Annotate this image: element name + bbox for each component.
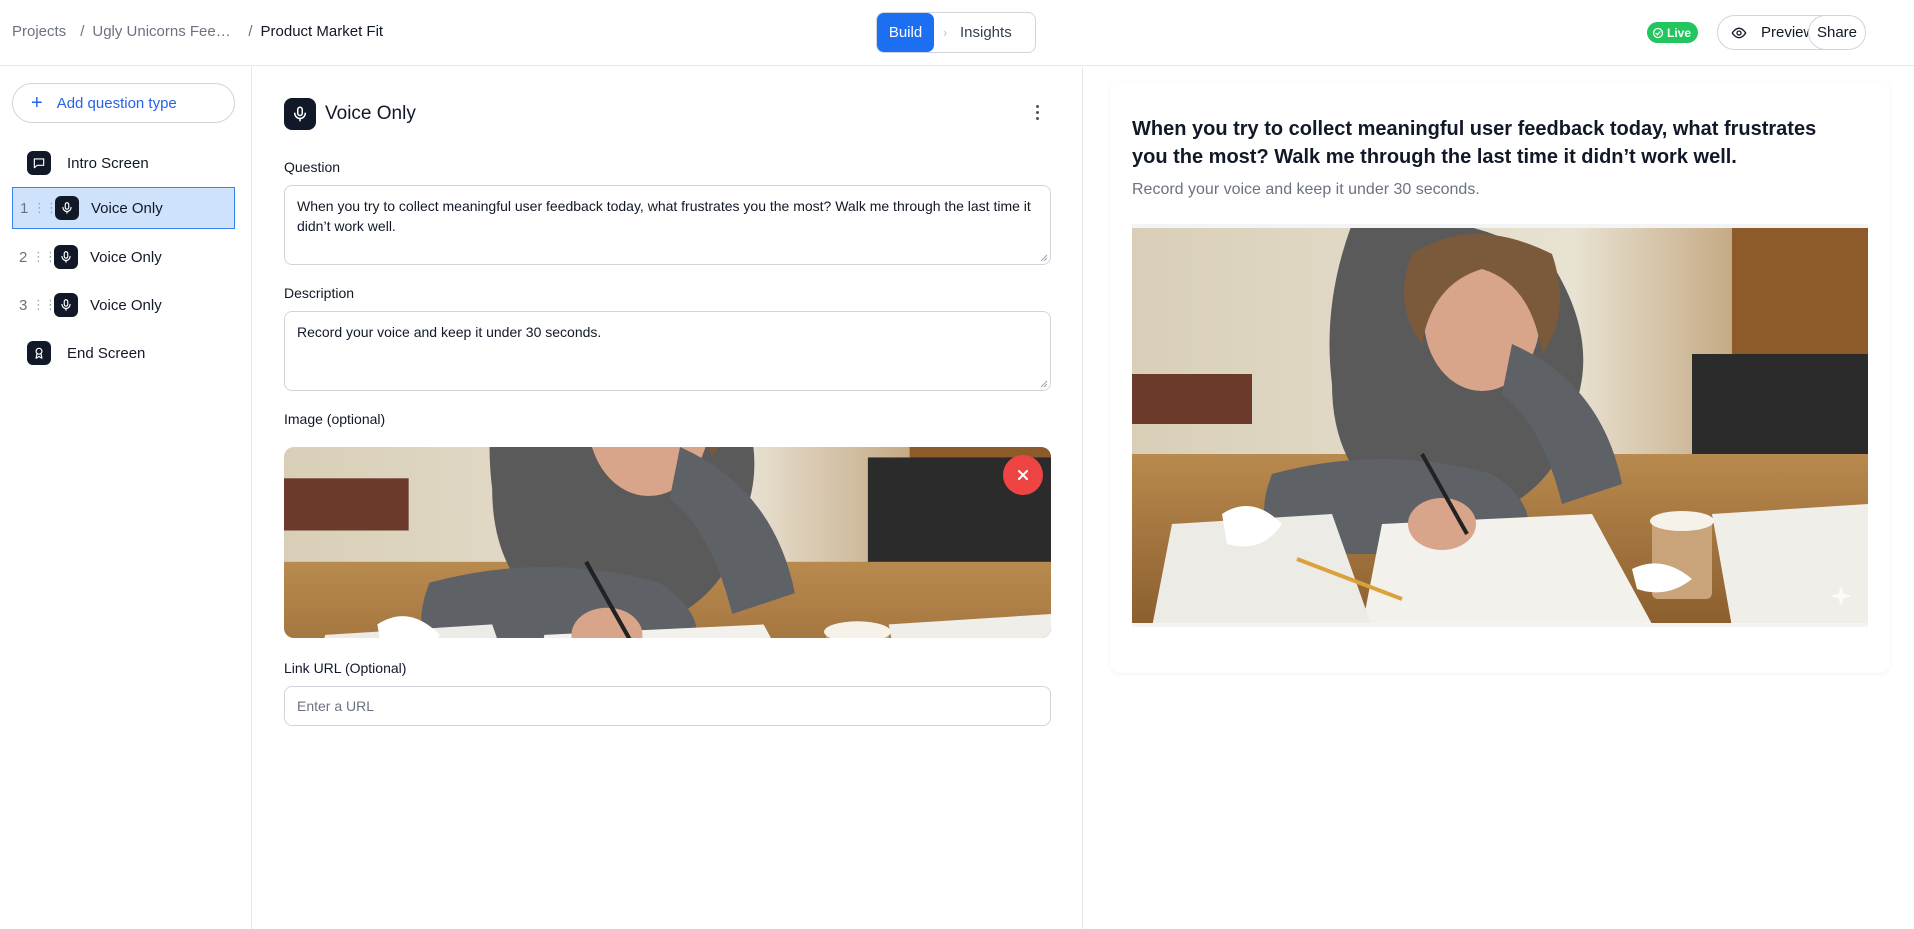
check-circle-icon	[1652, 27, 1664, 38]
tab-build[interactable]: Build	[877, 13, 934, 52]
resize-handle-icon[interactable]	[1040, 380, 1048, 388]
award-icon	[27, 341, 51, 365]
mode-switcher: Build › Insights	[876, 12, 1036, 53]
more-options-icon[interactable]	[1033, 105, 1041, 123]
add-question-type-label: Add question type	[56, 94, 177, 112]
status-badge: Live	[1647, 22, 1699, 43]
chevron-right-icon: ›	[942, 25, 948, 40]
sidebar-item-label: Intro Screen	[67, 154, 149, 172]
eye-icon	[1731, 27, 1747, 38]
question-editor: Voice Only Question When you try to coll…	[253, 67, 1083, 929]
drag-handle-icon[interactable]: ⋮⋮	[32, 249, 57, 265]
mic-icon	[54, 245, 78, 269]
breadcrumb-separator: /	[248, 23, 253, 40]
preview-button-label: Preview	[1761, 24, 1815, 41]
sidebar-item-voice-only-1[interactable]: 1 ⋮⋮ Voice Only	[12, 187, 235, 229]
sparkle-icon	[1830, 585, 1852, 607]
preview-image	[1132, 224, 1868, 627]
link-url-placeholder: Enter a URL	[297, 698, 375, 714]
description-value: Record your voice and keep it under 30 s…	[297, 324, 602, 340]
tab-insights[interactable]: Insights	[956, 24, 1012, 41]
breadcrumb: Projects / Ugly Unicorns Feedback / Prod…	[12, 23, 383, 40]
item-number: 2	[19, 248, 28, 266]
breadcrumb-current-page: Product Market Fit	[260, 23, 384, 40]
sidebar-item-end-screen[interactable]: End Screen	[12, 332, 235, 374]
image-label: Image (optional)	[284, 411, 386, 427]
link-url-input[interactable]: Enter a URL	[284, 686, 1051, 726]
preview-description: Record your voice and keep it under 30 s…	[1132, 181, 1480, 198]
question-sidebar: + Add question type Intro Screen 1 ⋮⋮ Vo…	[0, 67, 252, 929]
question-value: When you try to collect meaningful user …	[297, 198, 1031, 234]
editor-header: Voice Only	[284, 98, 416, 130]
top-bar: Projects / Ugly Unicorns Feedback / Prod…	[0, 0, 1914, 66]
image-thumbnail	[284, 447, 1051, 638]
sidebar-item-voice-only-3[interactable]: 3 ⋮⋮ Voice Only	[12, 284, 235, 326]
sidebar-item-label: Voice Only	[90, 248, 162, 266]
close-icon	[1018, 470, 1028, 480]
status-badge-label: Live	[1667, 25, 1692, 40]
sidebar-item-intro-screen[interactable]: Intro Screen	[12, 142, 235, 184]
plus-icon: +	[31, 92, 43, 114]
mic-icon	[55, 196, 79, 220]
editor-title: Voice Only	[325, 103, 416, 124]
question-textarea[interactable]: When you try to collect meaningful user …	[284, 185, 1051, 265]
remove-image-button[interactable]	[1003, 455, 1043, 495]
add-question-type-button[interactable]: + Add question type	[12, 83, 235, 123]
sidebar-item-label: Voice Only	[90, 296, 162, 314]
message-square-icon	[27, 151, 51, 175]
description-label: Description	[284, 285, 355, 301]
item-number: 1	[20, 199, 29, 217]
live-preview-pane: When you try to collect meaningful user …	[1084, 67, 1914, 929]
drag-handle-icon[interactable]: ⋮⋮	[33, 200, 58, 216]
mic-icon	[284, 98, 316, 130]
item-number: 3	[19, 296, 28, 314]
sidebar-item-label: End Screen	[67, 344, 146, 362]
breadcrumb-project-name[interactable]: Ugly Unicorns Feedback	[92, 23, 234, 40]
breadcrumb-projects[interactable]: Projects	[12, 23, 66, 40]
question-label: Question	[284, 159, 341, 175]
sidebar-item-label: Voice Only	[91, 199, 163, 217]
mic-icon	[54, 293, 78, 317]
drag-handle-icon[interactable]: ⋮⋮	[32, 297, 57, 313]
breadcrumb-separator: /	[80, 23, 85, 40]
share-button[interactable]: Share	[1808, 15, 1866, 50]
preview-question: When you try to collect meaningful user …	[1132, 118, 1817, 168]
link-url-label: Link URL (Optional)	[284, 660, 407, 676]
resize-handle-icon[interactable]	[1040, 254, 1048, 262]
description-textarea[interactable]: Record your voice and keep it under 30 s…	[284, 311, 1051, 391]
sidebar-item-voice-only-2[interactable]: 2 ⋮⋮ Voice Only	[12, 236, 235, 278]
